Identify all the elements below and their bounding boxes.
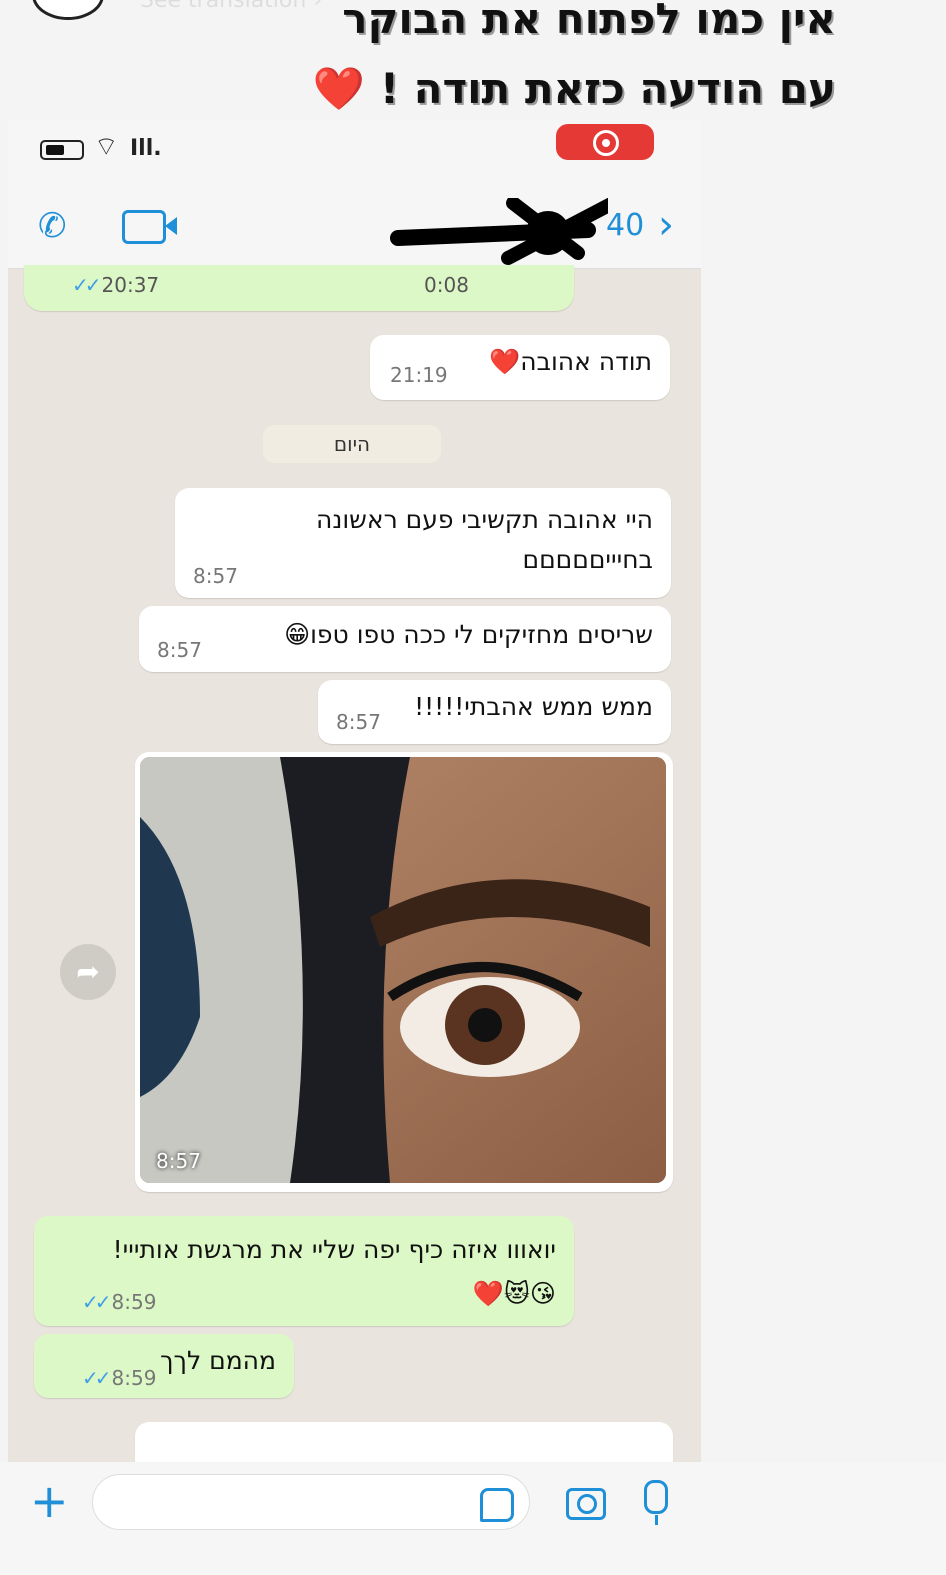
avatar[interactable]: [32, 0, 104, 20]
heart-icon: ❤️: [489, 347, 521, 376]
message-time: 8:57: [193, 564, 238, 588]
caption-text: עם הודעה כזאת תודה !: [379, 64, 836, 113]
forward-icon[interactable]: ➦: [60, 944, 116, 1000]
video-call-icon[interactable]: [122, 210, 177, 244]
message-text: תודה אהובה❤️: [489, 347, 652, 376]
composer-bar: +: [0, 1462, 946, 1575]
message-input[interactable]: [92, 1474, 530, 1530]
read-ticks-icon: ✓✓: [72, 273, 101, 297]
story-caption-line2: עם הודעה כזאת תודה ! ❤️: [136, 64, 836, 114]
record-icon: [593, 130, 619, 156]
message-bubble[interactable]: ממש ממש אהבתי!!!!! 8:57: [318, 680, 671, 744]
battery-icon: [40, 140, 84, 160]
chat-header: ✆ 40 ›: [8, 180, 701, 269]
chat-screen: ⌔ Ill. ✆ 40 › ✓✓ 20:37 0:08 תודה אהובה❤️ …: [8, 120, 701, 1470]
screen-recording-indicator[interactable]: [556, 124, 654, 160]
phone-call-icon[interactable]: ✆: [38, 206, 67, 246]
chevron-right-icon[interactable]: ›: [658, 202, 674, 248]
eye-photo: [140, 757, 666, 1183]
message-bubble[interactable]: מהמם לךך ✓✓ 8:59: [34, 1334, 294, 1398]
message-text: שריסים מחזיקים לי ככה טפו טפו😁: [284, 620, 653, 649]
message-bubble[interactable]: תודה אהובה❤️ 21:19: [370, 335, 670, 400]
message-time: 8:57: [156, 1149, 201, 1173]
message-time: ✓✓ 8:59: [82, 1366, 157, 1390]
voice-message-bubble[interactable]: ✓✓ 20:37 0:08: [24, 265, 574, 311]
read-ticks-icon: ✓✓: [82, 1290, 111, 1314]
voice-duration: 0:08: [424, 273, 469, 297]
message-time: 8:57: [157, 638, 202, 662]
microphone-icon[interactable]: [644, 1480, 668, 1525]
story-caption-line1: אין כמו לפתוח את הבוקר: [342, 0, 836, 43]
wifi-icon: ⌔: [94, 132, 119, 162]
redaction-scribble: [390, 198, 608, 265]
message-bubble[interactable]: יואווו איזה כיף יפה שליי את מרגשת אותייי…: [34, 1216, 574, 1326]
message-time: ✓✓ 8:59: [82, 1290, 157, 1314]
message-time: 8:57: [336, 710, 381, 734]
sticker-icon[interactable]: [480, 1488, 514, 1522]
message-bubble[interactable]: היי אהובה תקשיבי פעם ראשונה בחיייםםםםם 8…: [175, 488, 671, 598]
message-text: מהמם לךך: [160, 1346, 276, 1375]
unread-count[interactable]: 40: [606, 208, 644, 243]
message-bubble[interactable]: שריסים מחזיקים לי ככה טפו טפו😁 8:57: [139, 606, 671, 672]
message-time: ✓✓ 20:37: [72, 273, 160, 297]
heart-icon: ❤️: [312, 64, 366, 113]
photo-image[interactable]: 8:57: [140, 757, 666, 1183]
status-bar: ⌔ Ill.: [8, 120, 701, 180]
message-text: היי אהובה תקשיבי פעם ראשונה בחיייםםםםם: [316, 505, 653, 574]
message-text: ממש ממש אהבתי!!!!!: [414, 692, 653, 721]
emoji-row: 😘😻❤️: [472, 1279, 556, 1308]
read-ticks-icon: ✓✓: [82, 1366, 111, 1390]
camera-icon[interactable]: [566, 1488, 606, 1520]
photo-message-bubble[interactable]: 8:57: [135, 752, 673, 1192]
date-separator: היום: [263, 425, 441, 463]
message-time: 21:19: [390, 363, 448, 387]
signal-icon: Ill.: [130, 136, 162, 161]
plus-icon[interactable]: +: [30, 1474, 69, 1528]
